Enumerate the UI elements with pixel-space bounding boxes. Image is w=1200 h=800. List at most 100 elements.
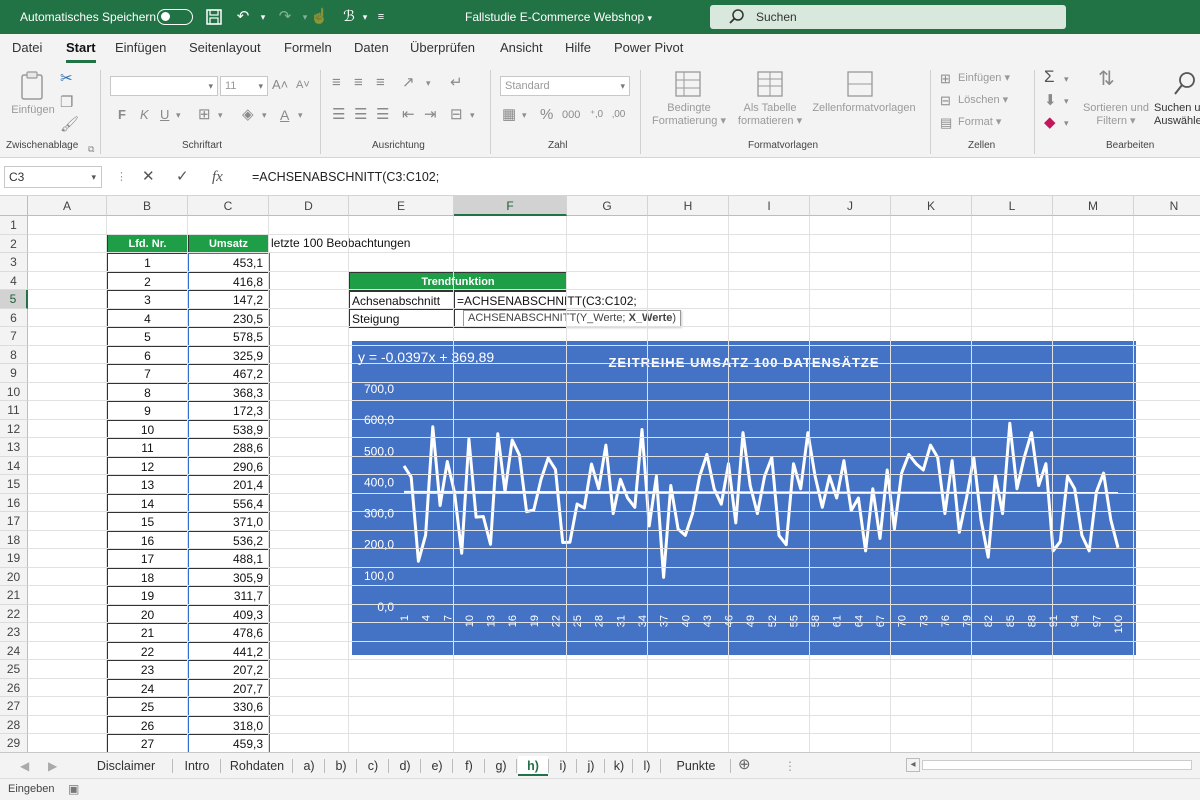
column-header-f[interactable]: F — [454, 196, 567, 216]
series-umsatz-line[interactable] — [402, 421, 1120, 579]
trend-slope-label[interactable]: Steigung — [349, 309, 454, 328]
find-select-icon[interactable] — [1172, 70, 1198, 98]
cut-icon[interactable]: ✂ — [60, 70, 73, 88]
fill-dropdown-icon[interactable]: ▾ — [262, 106, 267, 124]
shrink-font-icon[interactable]: A˅ — [296, 76, 310, 94]
cell-umsatz[interactable]: 230,5 — [188, 308, 269, 327]
column-header-c[interactable]: C — [188, 196, 269, 216]
cell-lfd-nr[interactable]: 23 — [107, 660, 188, 679]
cell-umsatz[interactable]: 288,6 — [188, 438, 269, 457]
bold-button[interactable]: F — [118, 106, 126, 124]
tabs-more-icon[interactable]: ⋮ — [784, 757, 796, 775]
select-all-corner[interactable] — [0, 196, 28, 216]
cell-lfd-nr[interactable]: 7 — [107, 364, 188, 383]
cell-lfd-nr[interactable]: 18 — [107, 567, 188, 586]
worksheet-grid[interactable]: Lfd. Nr. Umsatz letzte 100 Beobachtungen… — [0, 196, 1200, 752]
clear-icon[interactable]: ◆ — [1044, 114, 1056, 132]
add-sheet-icon[interactable]: ⊕ — [738, 756, 751, 774]
column-header-l[interactable]: L — [972, 196, 1053, 216]
column-header-j[interactable]: J — [810, 196, 891, 216]
save-icon[interactable] — [205, 8, 223, 26]
sheet-tab-j[interactable]: j) — [578, 756, 604, 776]
column-header-g[interactable]: G — [567, 196, 648, 216]
cell-umsatz[interactable]: 478,6 — [188, 623, 269, 642]
enter-icon[interactable]: ✓ — [176, 168, 189, 186]
customize-qat-icon[interactable]: ≡ — [372, 8, 390, 26]
copy-icon[interactable]: ❐ — [60, 94, 73, 112]
sheet-tab-i[interactable]: i) — [550, 756, 576, 776]
hscroll-left-icon[interactable]: ◂ — [906, 758, 920, 772]
column-header-i[interactable]: I — [729, 196, 810, 216]
formula-input[interactable]: =ACHSENABSCHNITT(C3:C102; — [252, 168, 439, 186]
cell-lfd-nr[interactable]: 17 — [107, 549, 188, 568]
row-header-29[interactable]: 29 — [0, 734, 28, 752]
row-header-10[interactable]: 10 — [0, 382, 28, 401]
cell-lfd-nr[interactable]: 13 — [107, 475, 188, 494]
cell-lfd-nr[interactable]: 8 — [107, 382, 188, 401]
row-header-6[interactable]: 6 — [0, 308, 28, 327]
cell-umsatz[interactable]: 325,9 — [188, 345, 269, 364]
sheet-tab-a[interactable]: a) — [294, 756, 324, 776]
format-painter-icon[interactable]: 🖌 — [60, 116, 79, 134]
cell-lfd-nr[interactable]: 6 — [107, 345, 188, 364]
column-header-m[interactable]: M — [1053, 196, 1134, 216]
header-umsatz[interactable]: Umsatz — [188, 234, 269, 253]
row-header-8[interactable]: 8 — [0, 345, 28, 364]
sheet-tab-h[interactable]: h) — [518, 756, 548, 776]
insert-cells-icon[interactable]: ⊞ — [940, 70, 951, 88]
paste-icon[interactable] — [18, 70, 48, 102]
align-right-icon[interactable]: ☰ — [376, 106, 389, 124]
conditional-formatting-label[interactable]: Bedingte Formatierung ▾ — [646, 102, 732, 128]
tab-seitenlayout[interactable]: Seitenlayout — [189, 40, 261, 55]
autosum-dropdown-icon[interactable]: ▾ — [1064, 70, 1069, 88]
grow-font-icon[interactable]: A˄ — [272, 76, 288, 94]
row-header-27[interactable]: 27 — [0, 697, 28, 716]
cell-umsatz[interactable]: 578,5 — [188, 327, 269, 346]
cell-lfd-nr[interactable]: 24 — [107, 678, 188, 697]
tab-einfuegen[interactable]: Einfügen — [115, 40, 166, 55]
row-header-19[interactable]: 19 — [0, 549, 28, 568]
orientation-icon[interactable]: ↗ — [402, 74, 415, 92]
tab-daten[interactable]: Daten — [354, 40, 389, 55]
format-cells-label[interactable]: Format ▾ — [958, 116, 1001, 129]
tab-hilfe[interactable]: Hilfe — [565, 40, 591, 55]
format-as-table-label[interactable]: Als Tabelle formatieren ▾ — [730, 102, 810, 128]
cell-umsatz[interactable]: 305,9 — [188, 567, 269, 586]
italic-button[interactable]: K — [140, 106, 149, 124]
tab-ansicht[interactable]: Ansicht — [500, 40, 543, 55]
row-header-5[interactable]: 5 — [0, 290, 28, 309]
cell-lfd-nr[interactable]: 15 — [107, 512, 188, 531]
sheet-tab-disclaimer[interactable]: Disclaimer — [80, 756, 172, 776]
align-bottom-icon[interactable]: ≡ — [376, 74, 385, 92]
sheet-tab-l[interactable]: l) — [634, 756, 660, 776]
number-format-combo[interactable]: Standard ▾ — [500, 76, 630, 96]
cell-umsatz[interactable]: 368,3 — [188, 382, 269, 401]
cell-lfd-nr[interactable]: 26 — [107, 715, 188, 734]
column-header-d[interactable]: D — [269, 196, 349, 216]
currency-icon[interactable]: ▦ — [502, 106, 516, 124]
name-box[interactable]: C3 ▾ — [4, 166, 102, 188]
cell-umsatz[interactable]: 147,2 — [188, 290, 269, 309]
cell-umsatz[interactable]: 207,7 — [188, 678, 269, 697]
sheet-tab-b[interactable]: b) — [326, 756, 356, 776]
font-size-combo[interactable]: 11 ▾ — [220, 76, 268, 96]
cell-umsatz[interactable]: 556,4 — [188, 493, 269, 512]
cell-umsatz[interactable]: 201,4 — [188, 475, 269, 494]
format-as-table-icon[interactable] — [756, 70, 784, 98]
cell-umsatz[interactable]: 536,2 — [188, 530, 269, 549]
scroll-left-icon[interactable]: ◀ — [20, 757, 29, 775]
cell-lfd-nr[interactable]: 11 — [107, 438, 188, 457]
autosum-icon[interactable]: Σ — [1044, 68, 1055, 86]
cell-lfd-nr[interactable]: 9 — [107, 401, 188, 420]
align-top-icon[interactable]: ≡ — [332, 74, 341, 92]
touch-mode-icon[interactable]: ☝ — [310, 8, 329, 26]
row-header-15[interactable]: 15 — [0, 475, 28, 494]
cell-lfd-nr[interactable]: 1 — [107, 253, 188, 272]
cell-umsatz[interactable]: 409,3 — [188, 604, 269, 623]
row-header-3[interactable]: 3 — [0, 253, 28, 272]
underline-dropdown-icon[interactable]: ▾ — [176, 106, 181, 124]
cell-umsatz[interactable]: 467,2 — [188, 364, 269, 383]
clear-dropdown-icon[interactable]: ▾ — [1064, 114, 1069, 132]
cell-styles-label[interactable]: Zellenformatvorlagen — [806, 102, 922, 115]
row-header-13[interactable]: 13 — [0, 438, 28, 457]
